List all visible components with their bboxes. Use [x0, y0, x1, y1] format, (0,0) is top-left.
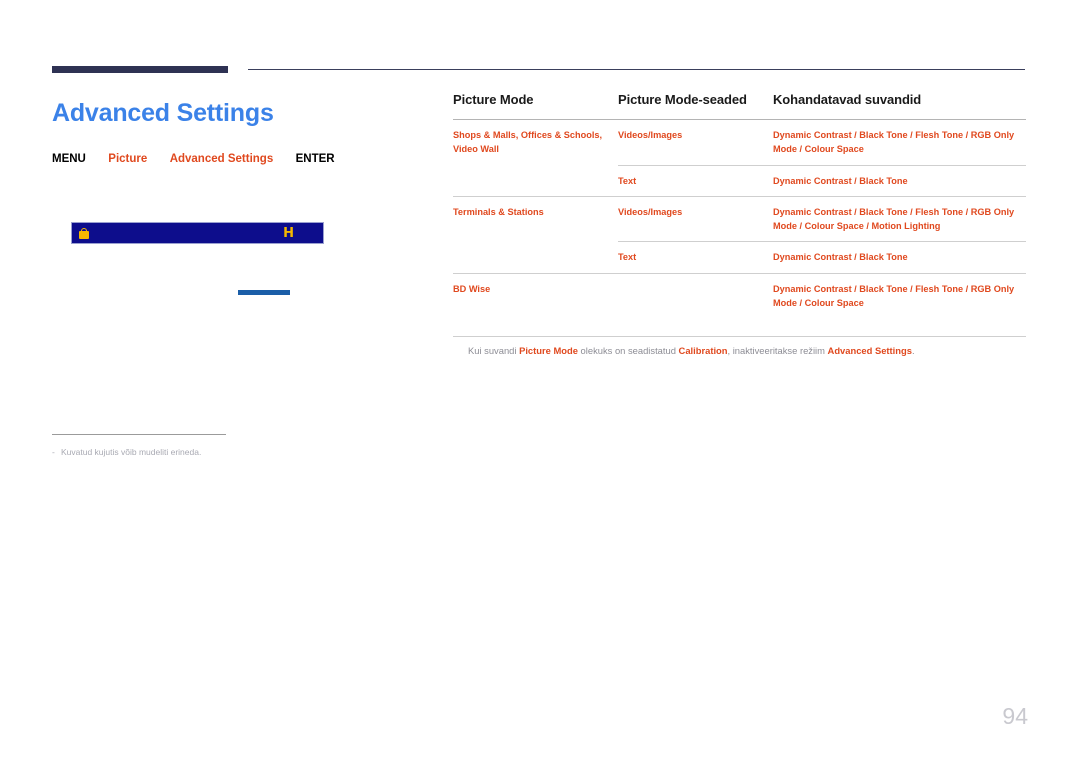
column-header-picture-mode-settings: Picture Mode-seaded [618, 92, 773, 120]
note-bullet-dash: - [52, 447, 55, 457]
table-row: Shops & Malls, Offices & Schools, Video … [453, 120, 1026, 166]
table-row: Terminals & Stations Videos/Images Dynam… [453, 195, 1026, 242]
table-header-row: Picture Mode Picture Mode-seaded Kohanda… [453, 92, 1026, 120]
cell-options: Dynamic Contrast / Black Tone [773, 241, 1026, 273]
footnote-part-2: olekuks on seadistatud [577, 345, 679, 356]
page-number: 94 [1002, 703, 1028, 729]
cell-options: Dynamic Contrast / Black Tone / Flesh To… [773, 130, 1015, 155]
cell-mode: Terminals & Stations [453, 195, 618, 242]
cell-mode: Shops & Malls, Offices & Schools, Video … [453, 130, 603, 155]
cell-submode [618, 272, 773, 318]
footnote-bold-advanced-settings: Advanced Settings [827, 345, 912, 356]
table-row: Text Dynamic Contrast / Black Tone [453, 241, 1026, 273]
footnote-bold-calibration: Calibration [678, 345, 728, 356]
header-rule-thick [52, 66, 228, 73]
note-label: Kuvatud kujutis võib mudeliti erineda. [61, 447, 202, 457]
footnote-part-3: , inaktiveeritakse režiim [727, 345, 828, 356]
breadcrumb: MENU Picture Advanced Settings ENTER [52, 153, 335, 165]
column-header-picture-mode: Picture Mode [453, 92, 618, 120]
cell-submode: Videos/Images [618, 130, 683, 140]
footnote-part-1: Kui suvandi [468, 345, 520, 356]
footnote-bold-picture-mode: Picture Mode [519, 345, 578, 356]
osd-menu-bar-image: H [71, 222, 324, 244]
cell-submode: Videos/Images [618, 195, 773, 242]
column-header-customisable-options: Kohandatavad suvandid [773, 92, 1026, 120]
cell-mode [453, 165, 618, 196]
header-rule-thin [248, 69, 1025, 70]
cell-submode: Text [618, 164, 773, 197]
lock-icon [79, 228, 89, 239]
picture-mode-table: Picture Mode Picture Mode-seaded Kohanda… [453, 92, 1026, 318]
breadcrumb-item-advanced-settings[interactable]: Advanced Settings [170, 153, 274, 165]
page-title: Advanced Settings [52, 99, 274, 127]
footnote-part-4: . [911, 345, 915, 356]
table-row: BD Wise Dynamic Contrast / Black Tone / … [453, 272, 1026, 318]
cell-options: Dynamic Contrast / Black Tone [773, 164, 1026, 197]
image-disclaimer-note: - Kuvatud kujutis võib mudeliti erineda. [52, 447, 201, 457]
cell-mode: BD Wise [453, 272, 618, 318]
cell-options: Dynamic Contrast / Black Tone / Flesh To… [773, 195, 1026, 242]
footnote-divider [453, 336, 1026, 337]
note-divider [52, 434, 226, 435]
cell-submode: Text [618, 241, 773, 273]
cell-options: Dynamic Contrast / Black Tone / Flesh To… [773, 272, 1026, 318]
breadcrumb-enter: ENTER [295, 153, 335, 165]
cell-mode [453, 242, 618, 273]
breadcrumb-menu: MENU [52, 153, 86, 165]
blue-accent-underline [238, 290, 290, 295]
picture-mode-table-wrapper: Picture Mode Picture Mode-seaded Kohanda… [453, 92, 1026, 318]
breadcrumb-item-picture[interactable]: Picture [108, 153, 147, 165]
h-glyph-icon: H [283, 226, 294, 241]
footnote-text: Kui suvandi Picture Mode olekuks on sead… [468, 344, 1028, 358]
table-row: Text Dynamic Contrast / Black Tone [453, 164, 1026, 197]
